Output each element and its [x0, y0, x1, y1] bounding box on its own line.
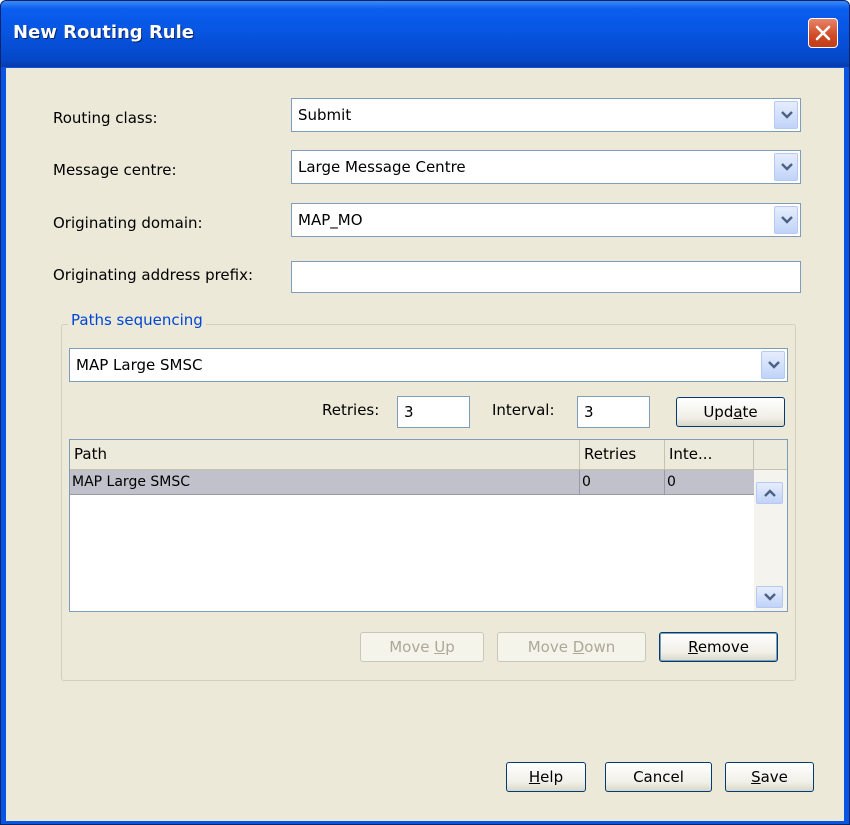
paths-table: Path Retries Inte... MAP Large SMSC 0 0: [69, 439, 788, 612]
update-button-label: Update: [703, 403, 758, 421]
originating-domain-dropdown-button[interactable]: [774, 206, 798, 234]
dialog-body: Routing class: Submit Message centre: La…: [6, 68, 844, 821]
interval-input[interactable]: [578, 397, 649, 427]
table-row[interactable]: MAP Large SMSC 0 0: [70, 470, 754, 495]
retries-input[interactable]: [398, 397, 469, 427]
column-header-interval[interactable]: Inte...: [665, 440, 754, 469]
originating-domain-select[interactable]: MAP_MO: [291, 203, 801, 237]
update-button[interactable]: Update: [676, 397, 785, 427]
message-centre-dropdown-button[interactable]: [774, 153, 798, 181]
move-down-button-label: Move Down: [527, 638, 616, 656]
save-button-label: Save: [751, 768, 788, 786]
retries-label: Retries:: [322, 401, 380, 419]
routing-class-select[interactable]: Submit: [291, 98, 801, 132]
table-cell-path: MAP Large SMSC: [70, 470, 580, 494]
remove-button[interactable]: Remove: [659, 632, 778, 662]
save-button[interactable]: Save: [725, 762, 814, 792]
originating-prefix-label: Originating address prefix:: [53, 266, 254, 284]
paths-table-header: Path Retries Inte...: [70, 440, 787, 470]
move-up-button[interactable]: Move Up: [360, 632, 484, 662]
column-header-path[interactable]: Path: [70, 440, 580, 469]
interval-field[interactable]: [577, 396, 650, 428]
retries-field[interactable]: [397, 396, 470, 428]
message-centre-select[interactable]: Large Message Centre: [291, 150, 801, 184]
close-icon: [815, 25, 831, 41]
dropdown-arrow-icon: [781, 216, 793, 224]
routing-class-label: Routing class:: [53, 109, 158, 127]
cancel-button[interactable]: Cancel: [605, 762, 712, 792]
path-select[interactable]: MAP Large SMSC: [69, 348, 788, 382]
originating-domain-label: Originating domain:: [53, 214, 203, 232]
routing-class-value: Submit: [298, 106, 352, 124]
help-button[interactable]: Help: [506, 762, 586, 792]
dropdown-arrow-icon: [781, 111, 793, 119]
routing-class-dropdown-button[interactable]: [774, 101, 798, 129]
scroll-down-button[interactable]: [756, 586, 783, 608]
table-cell-interval: 0: [667, 474, 676, 490]
title-bar[interactable]: New Routing Rule: [1, 1, 849, 67]
scroll-up-icon: [764, 489, 776, 497]
interval-label: Interval:: [492, 401, 555, 419]
message-centre-label: Message centre:: [53, 161, 177, 179]
close-button[interactable]: [808, 18, 838, 48]
new-routing-rule-dialog: New Routing Rule Routing class: Submit M…: [0, 0, 850, 825]
column-header-retries[interactable]: Retries: [580, 440, 665, 469]
table-vertical-scrollbar[interactable]: [754, 470, 787, 611]
dropdown-arrow-icon: [768, 361, 780, 369]
originating-prefix-field[interactable]: [291, 261, 801, 293]
paths-sequencing-title: Paths sequencing: [68, 311, 206, 329]
originating-domain-value: MAP_MO: [298, 211, 363, 229]
originating-prefix-input[interactable]: [292, 262, 800, 292]
dropdown-arrow-icon: [781, 163, 793, 171]
message-centre-value: Large Message Centre: [298, 158, 466, 176]
help-button-label: Help: [528, 768, 564, 786]
window-title: New Routing Rule: [13, 22, 195, 43]
path-select-value: MAP Large SMSC: [76, 356, 203, 374]
remove-button-label: Remove: [688, 638, 749, 656]
move-up-button-label: Move Up: [389, 638, 455, 656]
table-cell-retries: 0: [580, 470, 665, 494]
path-dropdown-button[interactable]: [761, 351, 785, 379]
move-down-button[interactable]: Move Down: [497, 632, 646, 662]
scroll-down-icon: [764, 593, 776, 601]
scroll-up-button[interactable]: [756, 482, 783, 504]
